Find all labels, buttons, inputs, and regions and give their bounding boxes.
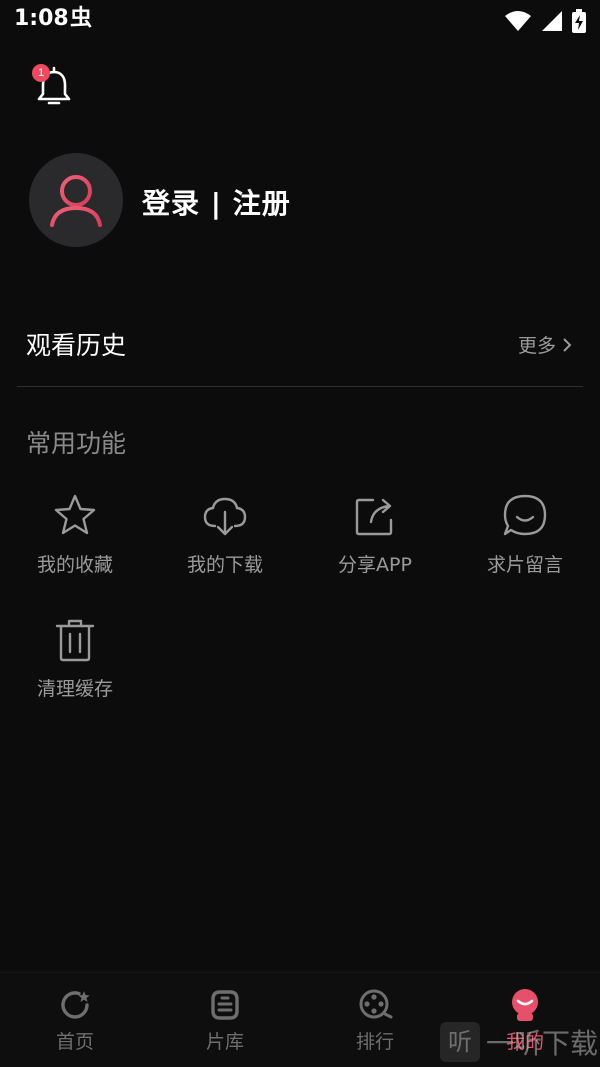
share-app-button[interactable]: 分享APP bbox=[300, 492, 450, 602]
nav-library-label: 片库 bbox=[205, 1031, 244, 1053]
cloud-download-icon bbox=[203, 497, 247, 536]
nav-ranking[interactable]: 排行 bbox=[300, 987, 450, 1054]
chevron-right-icon bbox=[563, 337, 572, 352]
film-reel-icon bbox=[359, 989, 393, 1019]
home-refresh-icon bbox=[61, 991, 90, 1019]
profile-icon bbox=[512, 989, 538, 1021]
downloads-label: 我的下载 bbox=[186, 554, 263, 576]
request-message-label: 求片留言 bbox=[486, 554, 563, 576]
library-icon bbox=[211, 990, 239, 1020]
battery-charging-icon bbox=[572, 9, 586, 33]
app-notification-icon: 虫 bbox=[70, 6, 96, 32]
favorites-button[interactable]: 我的收藏 bbox=[0, 492, 150, 602]
downloads-button[interactable]: 我的下载 bbox=[150, 492, 300, 602]
star-icon bbox=[54, 494, 96, 535]
notification-button[interactable]: 1 bbox=[32, 64, 74, 110]
trash-icon bbox=[55, 619, 95, 662]
cellular-signal-icon bbox=[542, 11, 562, 31]
common-functions-title: 常用功能 bbox=[26, 429, 127, 458]
chat-bubble-icon bbox=[503, 494, 547, 536]
clear-cache-button[interactable]: 清理缓存 bbox=[0, 616, 150, 726]
avatar[interactable] bbox=[29, 153, 123, 247]
login-register-link[interactable]: 登录 | 注册 bbox=[142, 182, 291, 222]
clear-cache-label: 清理缓存 bbox=[36, 678, 113, 700]
nav-ranking-label: 排行 bbox=[355, 1031, 394, 1053]
divider bbox=[17, 386, 583, 387]
nav-home-label: 首页 bbox=[55, 1031, 94, 1053]
user-icon bbox=[50, 175, 102, 227]
history-more-label: 更多 bbox=[517, 335, 556, 357]
nav-library[interactable]: 片库 bbox=[150, 987, 300, 1054]
notification-badge: 1 bbox=[32, 64, 50, 82]
watch-history-title: 观看历史 bbox=[26, 331, 127, 360]
watermark-text: 一听下载 bbox=[486, 1027, 599, 1060]
request-message-button[interactable]: 求片留言 bbox=[450, 492, 600, 602]
wifi-icon bbox=[505, 11, 531, 31]
share-icon bbox=[355, 498, 393, 536]
status-bar: 1:08 虫 bbox=[0, 0, 600, 44]
favorites-label: 我的收藏 bbox=[36, 554, 113, 576]
status-icons bbox=[504, 8, 586, 34]
watermark-logo: 听 bbox=[440, 1022, 480, 1062]
nav-home[interactable]: 首页 bbox=[0, 987, 150, 1054]
share-app-label: 分享APP bbox=[338, 554, 412, 576]
watermark: 听 一听下载 bbox=[440, 1022, 598, 1062]
history-more-button[interactable]: 更多 bbox=[518, 331, 572, 358]
app-notification-glyph: 虫 bbox=[70, 6, 93, 31]
status-time: 1:08 bbox=[14, 6, 69, 31]
